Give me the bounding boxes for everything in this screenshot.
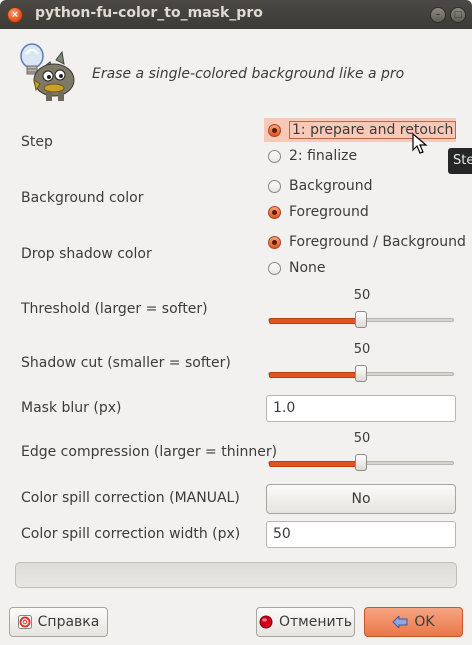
threshold-value: 50 — [353, 288, 371, 303]
shadow-cut-value: 50 — [353, 342, 371, 357]
title-bar[interactable]: × python-fu-color_to_mask_pro – □ — [0, 0, 472, 29]
radio-button-checked[interactable] — [268, 235, 281, 249]
radio-button[interactable] — [268, 261, 281, 275]
mask-blur-input[interactable]: 1.0 — [266, 395, 456, 422]
shadow-cut-label: Shadow cut (smaller = softer) — [21, 355, 231, 371]
stop-icon — [259, 615, 273, 629]
radio-button-checked[interactable] — [268, 123, 281, 137]
shadow-cut-slider-fill — [269, 372, 363, 378]
background-color-option-background[interactable]: Background — [268, 175, 373, 197]
background-color-option-foreground-label: Foreground — [289, 204, 369, 220]
threshold-label: Threshold (larger = softer) — [21, 301, 208, 317]
minimize-window-button[interactable]: – — [430, 7, 446, 23]
radio-button[interactable] — [268, 179, 281, 193]
ok-button[interactable]: OK — [364, 607, 463, 637]
step-option-1[interactable]: 1: prepare and retouch — [268, 119, 457, 141]
help-icon — [17, 615, 32, 629]
edge-compression-slider[interactable] — [268, 454, 454, 471]
edge-compression-label: Edge compression (larger = thinner) — [21, 444, 278, 460]
close-window-button[interactable]: × — [7, 7, 23, 23]
help-button[interactable]: Справка — [9, 607, 108, 637]
ok-button-label: OK — [414, 614, 435, 630]
cancel-button-label: Отменить — [278, 614, 352, 630]
color-spill-toggle-label: No — [351, 491, 371, 507]
step-tooltip: Step — [448, 148, 472, 174]
threshold-slider-fill — [269, 318, 363, 324]
drop-shadow-color-label: Drop shadow color — [21, 246, 152, 262]
edge-compression-slider-fill — [269, 461, 363, 467]
help-button-label: Справка — [37, 614, 100, 630]
color-spill-toggle-button[interactable]: No — [266, 484, 456, 514]
color-spill-width-input[interactable]: 50 — [266, 521, 456, 548]
radio-button-checked[interactable] — [268, 205, 281, 219]
drop-shadow-option-fg-bg[interactable]: Foreground / Background — [268, 231, 466, 253]
drop-shadow-option-none-label: None — [289, 260, 326, 276]
window-title: python-fu-color_to_mask_pro — [35, 5, 263, 21]
drop-shadow-option-fg-bg-label: Foreground / Background — [289, 234, 466, 250]
maximize-window-button[interactable]: □ — [450, 7, 466, 23]
cancel-button[interactable]: Отменить — [256, 607, 355, 637]
plugin-dialog-window: × python-fu-color_to_mask_pro – □ Erase … — [0, 0, 472, 645]
progress-bar — [15, 562, 457, 588]
color-spill-width-label: Color spill correction width (px) — [21, 526, 241, 542]
step-option-1-label: 1: prepare and retouch — [289, 121, 457, 139]
mouse-pointer-icon — [412, 133, 428, 154]
radio-button[interactable] — [268, 149, 281, 163]
plugin-description: Erase a single-colored background like a… — [92, 66, 405, 82]
threshold-slider[interactable] — [268, 311, 454, 328]
background-color-option-background-label: Background — [289, 178, 373, 194]
threshold-slider-handle[interactable] — [355, 311, 367, 328]
color-spill-label: Color spill correction (MANUAL) — [21, 490, 240, 506]
step-option-2-label: 2: finalize — [289, 148, 358, 164]
background-color-option-foreground[interactable]: Foreground — [268, 201, 369, 223]
arrow-left-icon — [392, 616, 408, 628]
mask-blur-label: Mask blur (px) — [21, 400, 122, 416]
step-option-2[interactable]: 2: finalize — [268, 145, 357, 167]
step-label: Step — [21, 134, 53, 150]
gimp-wilber-lightbulb-icon — [20, 43, 75, 101]
shadow-cut-slider[interactable] — [268, 365, 454, 382]
background-color-label: Background color — [21, 190, 144, 206]
shadow-cut-slider-handle[interactable] — [355, 365, 367, 382]
edge-compression-slider-handle[interactable] — [355, 454, 367, 471]
drop-shadow-option-none[interactable]: None — [268, 257, 326, 279]
edge-compression-value: 50 — [353, 431, 371, 446]
